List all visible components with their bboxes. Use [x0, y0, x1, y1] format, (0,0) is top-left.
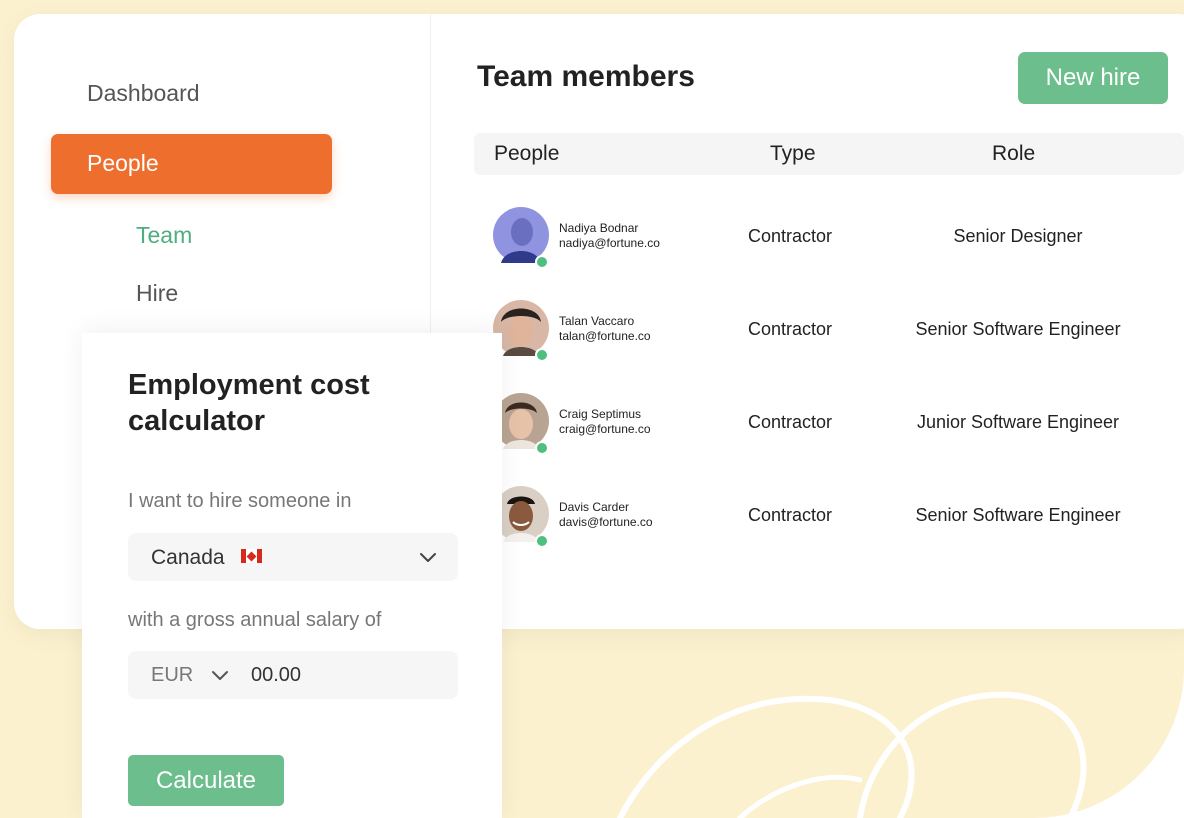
- person-email: davis@fortune.co: [559, 515, 653, 529]
- person-email: talan@fortune.co: [559, 329, 651, 343]
- currency-select[interactable]: EUR: [151, 664, 193, 687]
- chevron-down-icon: [420, 553, 436, 562]
- cost-calculator-card: Employment cost calculator I want to hir…: [82, 333, 502, 818]
- type-cell: Contractor: [748, 226, 833, 246]
- salary-amount-input[interactable]: 00.00: [251, 664, 301, 687]
- salary-input-group: EUR 00.00: [128, 651, 458, 699]
- type-cell: Contractor: [748, 319, 833, 339]
- table-header: People Type Role: [474, 133, 1184, 175]
- role-cell: Junior Software Engineer: [916, 412, 1120, 432]
- sidebar-item-dashboard[interactable]: Dashboard: [87, 80, 200, 107]
- table-row[interactable]: Nadiya Bodnar nadiya@fortune.co Contract…: [474, 207, 1184, 277]
- country-value: Canada: [151, 546, 225, 569]
- chevron-down-icon[interactable]: [210, 665, 230, 685]
- person-name: Davis Carder: [559, 500, 630, 514]
- person-email: nadiya@fortune.co: [559, 236, 660, 250]
- salary-label: with a gross annual salary of: [128, 609, 382, 631]
- column-header-role[interactable]: Role: [992, 142, 1035, 166]
- country-label: I want to hire someone in: [128, 490, 352, 512]
- decorative-scribble: [617, 691, 1087, 818]
- calculate-button[interactable]: Calculate: [128, 755, 284, 806]
- sidebar-subitem-hire[interactable]: Hire: [136, 280, 178, 307]
- new-hire-button[interactable]: New hire: [1018, 52, 1168, 104]
- page-title: Team members: [477, 60, 695, 93]
- canada-flag-icon: [241, 549, 262, 563]
- person-email: craig@fortune.co: [559, 422, 651, 436]
- table-row[interactable]: Talan Vaccaro talan@fortune.co Contracto…: [474, 300, 1184, 370]
- sidebar-divider: [430, 14, 431, 344]
- sidebar-subitem-team[interactable]: Team: [136, 222, 192, 249]
- online-status-dot: [535, 255, 549, 269]
- column-header-type[interactable]: Type: [770, 142, 816, 166]
- table-row[interactable]: Craig Septimus craig@fortune.co Contract…: [474, 393, 1184, 463]
- table-row[interactable]: Davis Carder davis@fortune.co Contractor…: [474, 486, 1184, 556]
- role-cell: Senior Designer: [953, 226, 1083, 246]
- type-cell: Contractor: [748, 412, 833, 432]
- person-name: Nadiya Bodnar: [559, 221, 639, 235]
- online-status-dot: [535, 534, 549, 548]
- online-status-dot: [535, 348, 549, 362]
- person-name: Talan Vaccaro: [559, 314, 635, 328]
- country-select[interactable]: Canada: [128, 533, 458, 581]
- role-cell: Senior Software Engineer: [915, 319, 1121, 339]
- person-name: Craig Septimus: [559, 407, 642, 421]
- column-header-people[interactable]: People: [494, 142, 559, 166]
- sidebar-item-label: People: [87, 150, 159, 176]
- type-cell: Contractor: [748, 505, 833, 525]
- sidebar-item-people[interactable]: People: [51, 134, 332, 194]
- online-status-dot: [535, 441, 549, 455]
- role-cell: Senior Software Engineer: [915, 505, 1121, 525]
- calculator-title: Employment cost calculator: [128, 369, 370, 437]
